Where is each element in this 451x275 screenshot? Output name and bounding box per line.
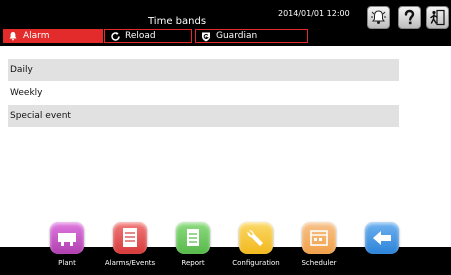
alarm-bell-button[interactable] [367, 6, 390, 29]
logout-button[interactable] [426, 6, 449, 29]
nav-label: Report [181, 259, 205, 267]
back-arrow-icon [365, 222, 399, 254]
tab-guardian-label: Guardian [216, 31, 258, 41]
nav-label: Alarms/Events [104, 259, 156, 267]
nav-configuration[interactable]: Configuration [221, 222, 291, 275]
list-item-daily[interactable]: Daily [8, 59, 399, 81]
question-mark-icon [404, 9, 415, 25]
alarms-events-icon [113, 222, 147, 254]
page-title: Time bands [148, 16, 207, 27]
alarm-bell-icon [371, 10, 386, 24]
list-item-special-event[interactable]: Special event [8, 105, 399, 127]
nav-label: Plant [58, 259, 76, 267]
tab-alarm-label: Alarm [23, 31, 50, 41]
time-bands-list: Daily Weekly Special event [8, 59, 399, 128]
plant-icon [50, 222, 84, 254]
reload-icon [109, 30, 121, 42]
tab-guardian[interactable]: Guardian [195, 29, 308, 43]
date-time: 2014/01/01 12:00 [278, 9, 350, 18]
wrench-icon [239, 222, 273, 254]
tab-reload-label: Reload [125, 31, 156, 41]
list-item-label: Daily [10, 65, 33, 75]
nav-label: Configuration [232, 259, 280, 267]
nav-plant[interactable]: Plant [32, 222, 102, 275]
tab-reload[interactable]: Reload [104, 29, 192, 43]
guardian-shield-icon [200, 30, 212, 42]
nav-alarms-events[interactable]: Alarms/Events [95, 222, 165, 275]
exit-door-icon [430, 9, 445, 26]
scheduler-icon [302, 222, 336, 254]
nav-back[interactable] [347, 222, 417, 275]
alarm-bell-small-icon [7, 30, 19, 42]
report-icon [176, 222, 210, 254]
tab-alarm[interactable]: Alarm [3, 29, 103, 43]
nav-report[interactable]: Report [158, 222, 228, 275]
list-item-label: Weekly [10, 88, 43, 98]
top-bar: Time bands 2014/01/01 12:00 Alarm Reload… [0, 0, 451, 46]
nav-label: Scheduler [301, 259, 337, 267]
nav-scheduler[interactable]: Scheduler [284, 222, 354, 275]
help-button[interactable] [398, 6, 421, 29]
list-item-weekly[interactable]: Weekly [8, 82, 399, 104]
list-item-label: Special event [10, 111, 71, 121]
